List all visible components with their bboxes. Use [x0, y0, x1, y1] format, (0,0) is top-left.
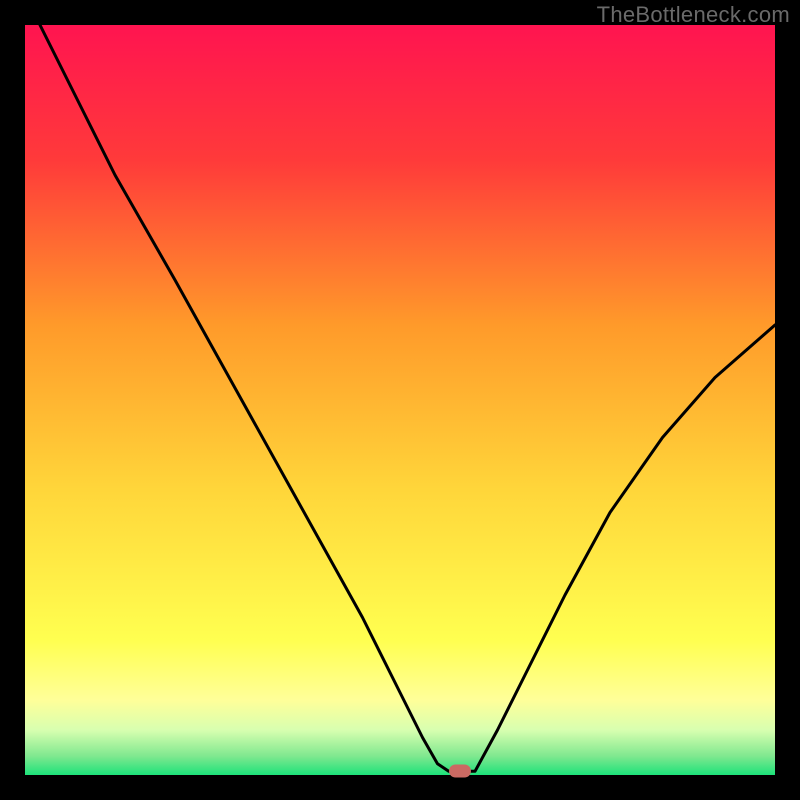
- chart-frame: TheBottleneck.com: [0, 0, 800, 800]
- gradient-background: [25, 25, 775, 775]
- watermark-text: TheBottleneck.com: [597, 2, 790, 28]
- plot-svg: [25, 25, 775, 775]
- minimum-marker: [449, 765, 471, 778]
- plot-area: [25, 25, 775, 775]
